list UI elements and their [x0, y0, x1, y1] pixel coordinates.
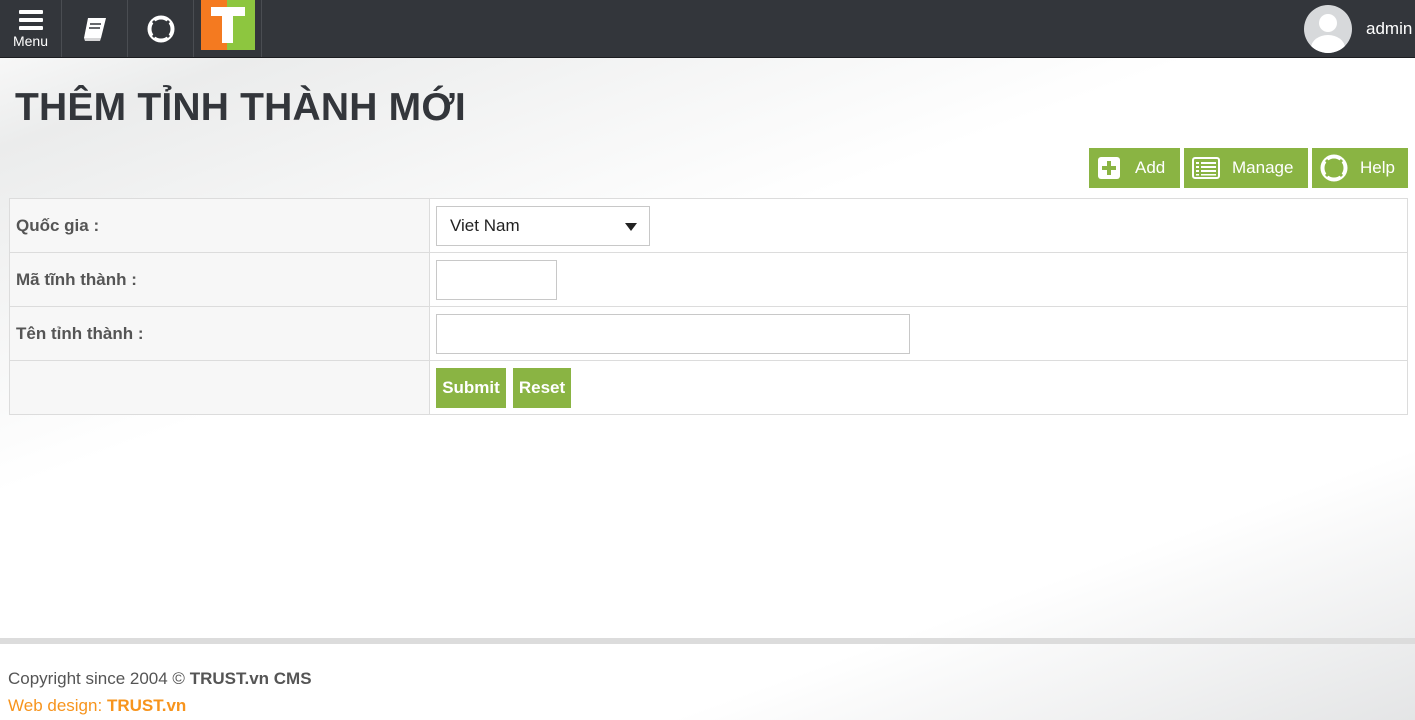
- book-button[interactable]: [62, 0, 128, 57]
- country-label: Quốc gia :: [10, 199, 430, 252]
- add-label: Add: [1135, 158, 1166, 177]
- country-selected-value: Viet Nam: [450, 215, 520, 235]
- book-icon: [83, 17, 106, 41]
- caret-down-icon: [625, 222, 637, 231]
- lifebuoy-icon: [147, 15, 174, 42]
- page-title: THÊM TỈNH THÀNH MỚI: [15, 86, 466, 129]
- user-menu[interactable]: admin: [1304, 0, 1415, 57]
- help-label: Help: [1360, 158, 1395, 177]
- province-name-input[interactable]: [436, 313, 910, 354]
- plus-icon: [1097, 156, 1121, 180]
- hamburger-icon: [18, 9, 43, 30]
- form-row-buttons: Submit Reset: [10, 361, 1407, 414]
- copyright-prefix: Copyright since 2004 ©: [8, 669, 185, 688]
- help-button[interactable]: [128, 0, 194, 57]
- empty-label-cell: [10, 361, 430, 414]
- manage-button[interactable]: Manage: [1184, 148, 1308, 188]
- lifebuoy-icon: [1320, 154, 1348, 182]
- manage-label: Manage: [1232, 158, 1294, 177]
- menu-label: Menu: [12, 32, 49, 49]
- country-select[interactable]: Viet Nam: [436, 205, 650, 246]
- province-name-label: Tên tỉnh thành :: [10, 307, 430, 360]
- form-row-code: Mã tĩnh thành :: [10, 253, 1407, 307]
- design-prefix: Web design:: [8, 696, 103, 715]
- province-form: Quốc gia : Viet Nam Mã tĩnh thành : Tên …: [9, 198, 1408, 415]
- reset-button[interactable]: Reset: [513, 367, 571, 408]
- top-navbar: Menu admin: [0, 0, 1415, 58]
- province-code-input[interactable]: [436, 259, 557, 300]
- help-action-button[interactable]: Help: [1312, 148, 1408, 188]
- trust-logo[interactable]: [194, 0, 262, 57]
- submit-button[interactable]: Submit: [436, 367, 506, 408]
- web-design-credit: Web design: TRUST.vn: [8, 696, 186, 716]
- province-code-label: Mã tĩnh thành :: [10, 253, 430, 306]
- copyright-text: Copyright since 2004 © TRUST.vn CMS: [8, 669, 312, 689]
- avatar: [1304, 4, 1352, 53]
- logo-mark: [200, 0, 255, 50]
- form-row-country: Quốc gia : Viet Nam: [10, 199, 1407, 253]
- footer-divider: [0, 638, 1415, 644]
- add-button[interactable]: Add: [1089, 148, 1180, 188]
- list-icon: [1192, 156, 1220, 180]
- design-brand-link[interactable]: TRUST.vn: [107, 696, 186, 715]
- copyright-brand: TRUST.vn CMS: [189, 669, 312, 688]
- user-name: admin: [1366, 18, 1413, 38]
- form-row-name: Tên tỉnh thành :: [10, 307, 1407, 361]
- menu-button[interactable]: Menu: [0, 0, 62, 57]
